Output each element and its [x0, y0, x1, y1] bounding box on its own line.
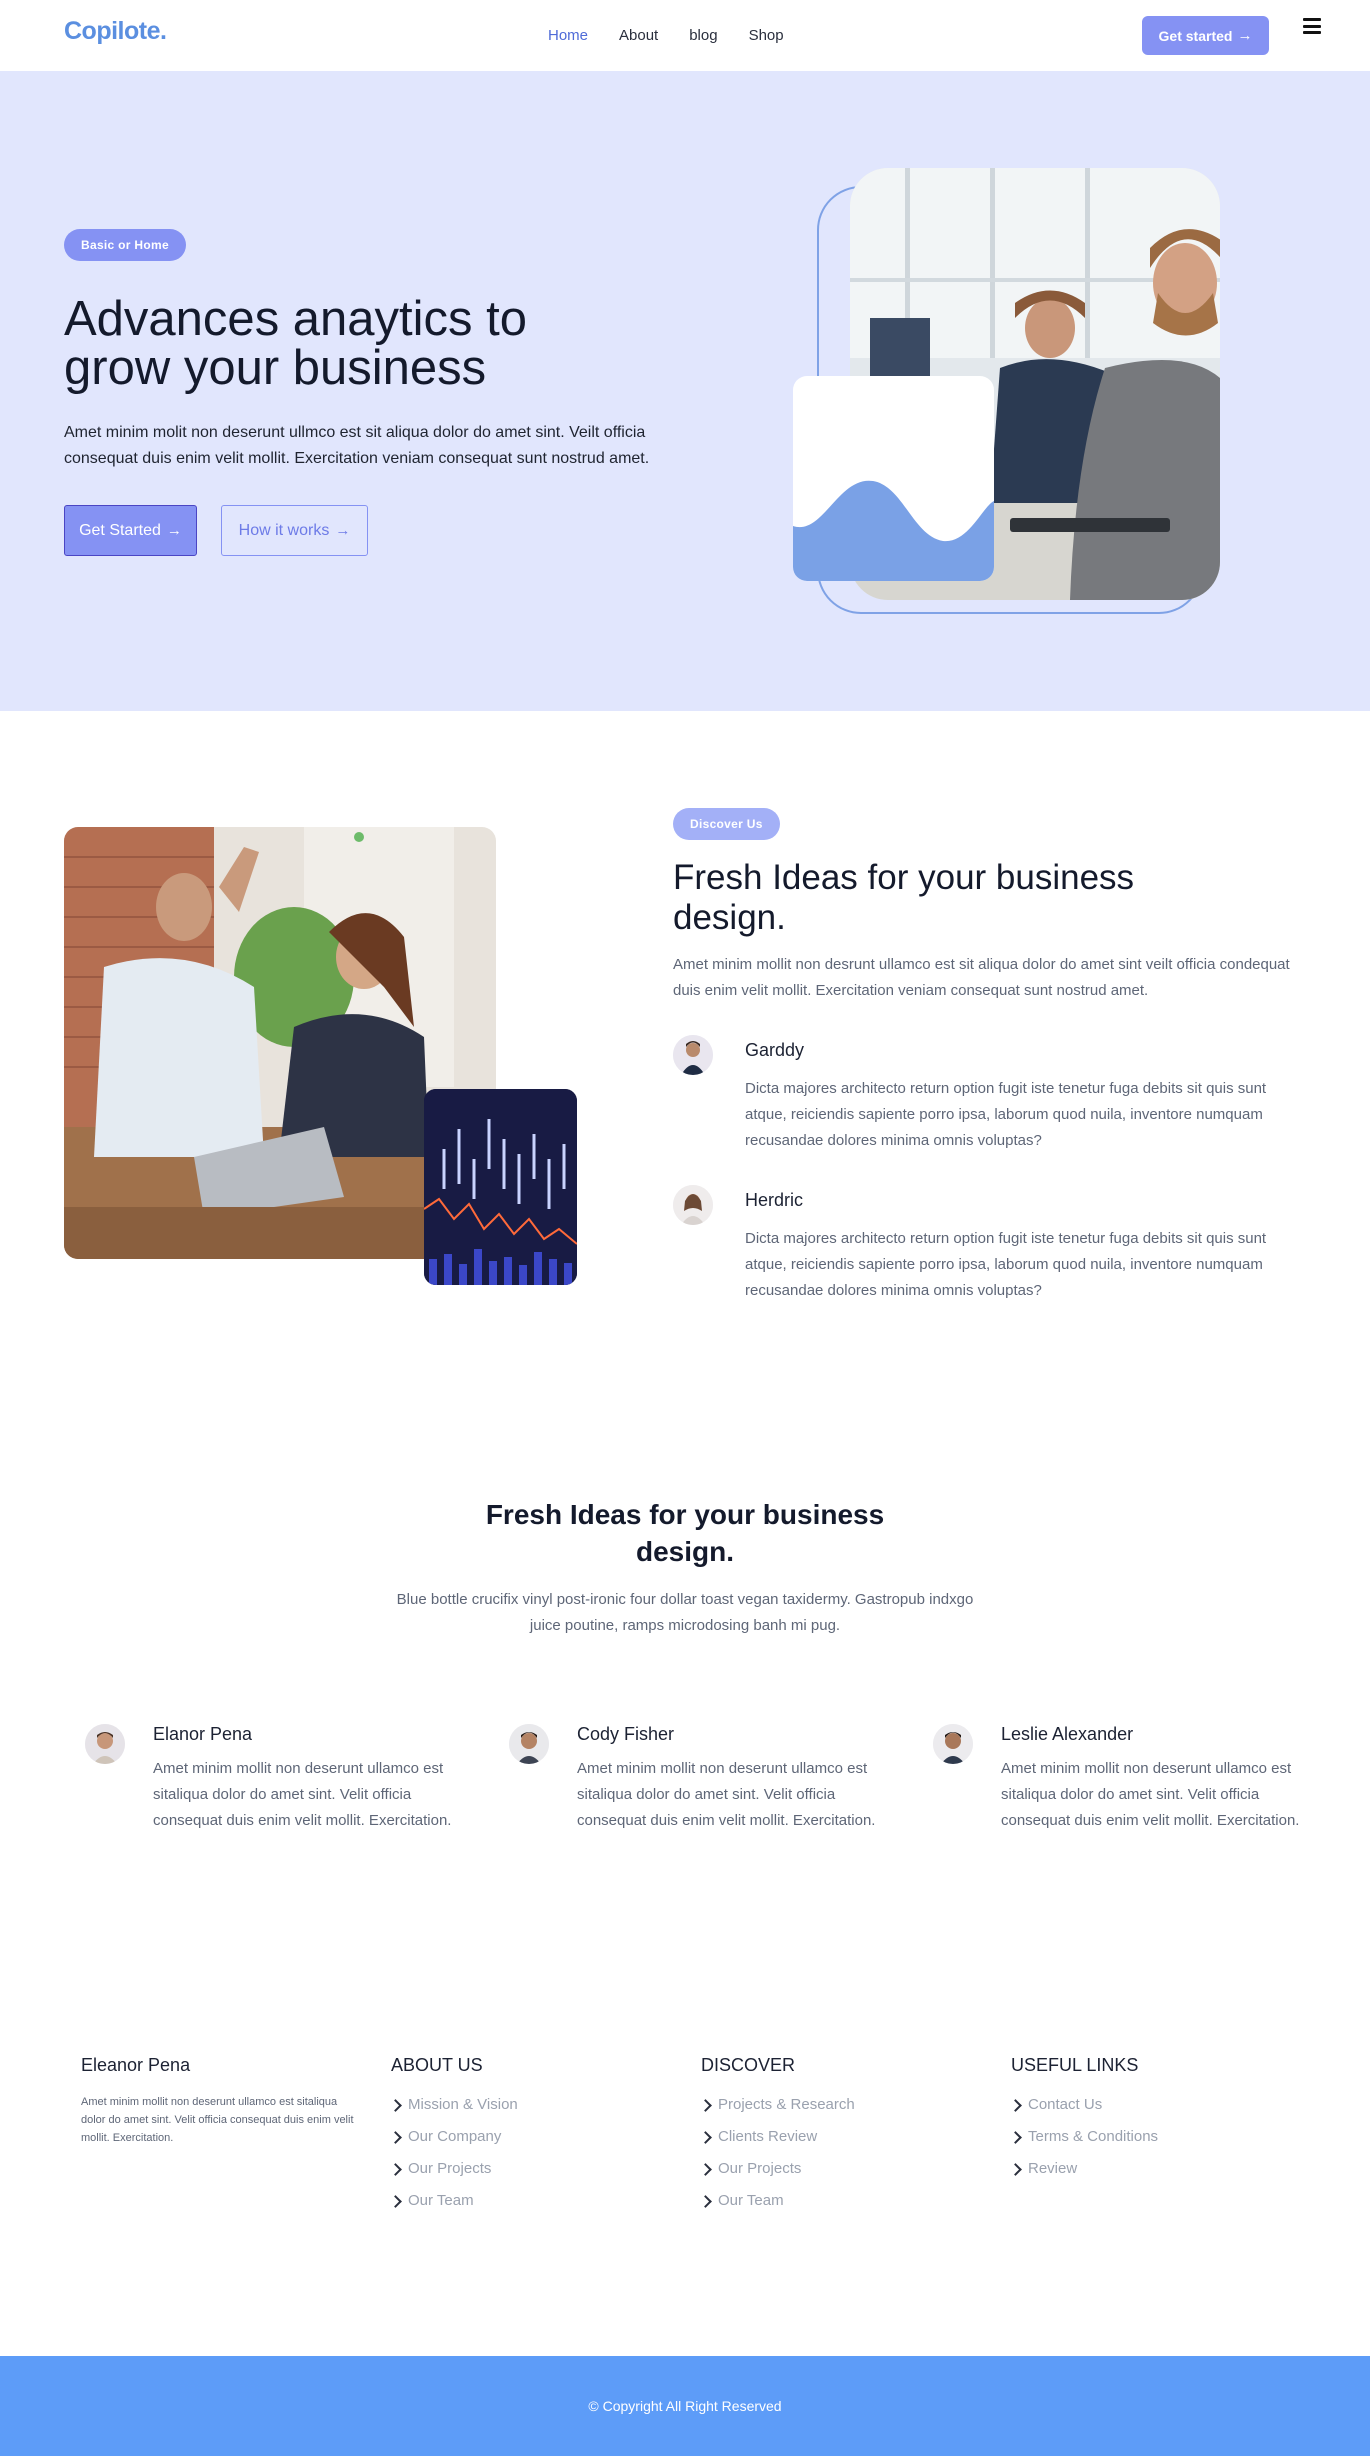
get-started-button[interactable]: Get Started →: [64, 505, 197, 556]
discover-description: Amet minim mollit non desrunt ullamco es…: [673, 956, 1290, 999]
footer-link[interactable]: Our Company: [389, 2128, 518, 2160]
nav-link-shop[interactable]: Shop: [749, 27, 784, 44]
footer-useful-links-list: Contact Us Terms & Conditions Review: [1009, 2096, 1159, 2192]
hero-title: Advances anaytics to grow your business: [64, 292, 528, 395]
top-nav: Copilote. Home About blog Shop Get start…: [0, 0, 1370, 71]
nav-link-home[interactable]: Home: [548, 27, 588, 44]
chevron-right-icon: [389, 2131, 402, 2144]
footer-link[interactable]: Our Team: [389, 2192, 518, 2224]
footer-about-us-title: ABOUT US: [391, 2055, 483, 2075]
get-started-nav-label: Get started: [1158, 27, 1233, 44]
avatar: [673, 1185, 713, 1225]
chevron-right-icon: [1009, 2099, 1022, 2112]
chevron-right-icon: [699, 2163, 712, 2176]
arrow-right-icon: →: [335, 522, 351, 539]
arrow-right-icon: →: [166, 522, 182, 539]
footer-useful-links-title: USEFUL LINKS: [1011, 2055, 1139, 2075]
footer-link[interactable]: Mission & Vision: [389, 2096, 518, 2128]
footer-about-title: Eleanor Pena: [81, 2055, 191, 2075]
footer-link-label: Projects & Research: [718, 2096, 855, 2113]
footer-link-label: Our Team: [408, 2192, 474, 2209]
how-it-works-button[interactable]: How it works →: [221, 505, 368, 556]
footer-about-us-list: Mission & Vision Our Company Our Project…: [389, 2096, 518, 2224]
chevron-right-icon: [389, 2099, 402, 2112]
footer-link-label: Terms & Conditions: [1028, 2128, 1159, 2145]
team-member-name: Cody Fisher: [577, 1724, 675, 1744]
chevron-right-icon: [1009, 2163, 1022, 2176]
nav-links: Home About blog Shop: [548, 27, 815, 44]
chevron-right-icon: [699, 2099, 712, 2112]
footer-discover-title: DISCOVER: [701, 2055, 796, 2075]
arrow-right-icon: →: [1237, 27, 1253, 44]
team-member-text: Amet minim mollit non deserunt ullamco e…: [1001, 1760, 1300, 1829]
footer-link-label: Our Company: [408, 2128, 502, 2145]
candlestick-chart-card: [424, 1089, 577, 1285]
footer-link-label: Our Projects: [718, 2160, 802, 2177]
wave-chart-card: [793, 376, 994, 581]
copyright-text: © Copyright All Right Reserved: [588, 2398, 782, 2414]
hero-badge: Basic or Home: [64, 229, 186, 261]
team-member-text: Amet minim mollit non deserunt ullamco e…: [577, 1760, 876, 1829]
nav-link-about[interactable]: About: [619, 27, 658, 44]
chevron-right-icon: [699, 2131, 712, 2144]
footer-about-text: Amet minim mollit non deserunt ullamco e…: [81, 2096, 354, 2144]
footer-link[interactable]: Our Projects: [389, 2160, 518, 2192]
footer-link[interactable]: Our Projects: [699, 2160, 855, 2192]
get-started-label: Get Started: [79, 521, 161, 539]
team-member-text: Amet minim mollit non deserunt ullamco e…: [153, 1760, 452, 1829]
footer-link-label: Clients Review: [718, 2128, 818, 2145]
discover-title: Fresh Ideas for your business design.: [673, 858, 1135, 937]
team-section-description: Blue bottle crucifix vinyl post-ironic f…: [396, 1591, 974, 1634]
team-section-title: Fresh Ideas for your business design.: [485, 1499, 885, 1567]
chevron-right-icon: [1009, 2131, 1022, 2144]
person-text-garddy: Dicta majores architecto return option f…: [745, 1080, 1267, 1149]
avatar: [933, 1724, 973, 1764]
avatar: [509, 1724, 549, 1764]
footer-link[interactable]: Our Team: [699, 2192, 855, 2224]
person-name-garddy: Garddy: [745, 1040, 805, 1060]
logo[interactable]: Copilote.: [64, 17, 167, 46]
hamburger-icon[interactable]: [1303, 18, 1321, 34]
discover-badge: Discover Us: [673, 808, 780, 840]
nav-link-blog[interactable]: blog: [689, 27, 717, 44]
chevron-right-icon: [699, 2195, 712, 2208]
chevron-right-icon: [389, 2163, 402, 2176]
copyright-bar: © Copyright All Right Reserved: [0, 2356, 1370, 2456]
avatar: [673, 1035, 713, 1075]
footer-link[interactable]: Contact Us: [1009, 2096, 1158, 2128]
get-started-nav-button[interactable]: Get started →: [1142, 16, 1269, 55]
footer-link[interactable]: Terms & Conditions: [1009, 2128, 1159, 2160]
footer-link-label: Our Projects: [408, 2160, 492, 2177]
footer-link-label: Mission & Vision: [408, 2096, 518, 2113]
team-member-name: Leslie Alexander: [1001, 1724, 1134, 1744]
person-text-herdric: Dicta majores architecto return option f…: [745, 1230, 1267, 1299]
avatar: [85, 1724, 125, 1764]
footer-link[interactable]: Projects & Research: [699, 2096, 855, 2128]
team-member-name: Elanor Pena: [153, 1724, 253, 1744]
how-it-works-label: How it works: [238, 521, 330, 539]
footer-link-label: Contact Us: [1028, 2096, 1103, 2113]
chevron-right-icon: [389, 2195, 402, 2208]
person-name-herdric: Herdric: [745, 1190, 804, 1210]
footer-link[interactable]: Clients Review: [699, 2128, 855, 2160]
hero-description: Amet minim molit non deserunt ullmco est…: [64, 424, 650, 467]
footer-link[interactable]: Review: [1009, 2160, 1158, 2192]
footer-link-label: Our Team: [718, 2192, 784, 2209]
footer-link-label: Review: [1028, 2160, 1078, 2177]
footer-discover-list: Projects & Research Clients Review Our P…: [699, 2096, 855, 2224]
